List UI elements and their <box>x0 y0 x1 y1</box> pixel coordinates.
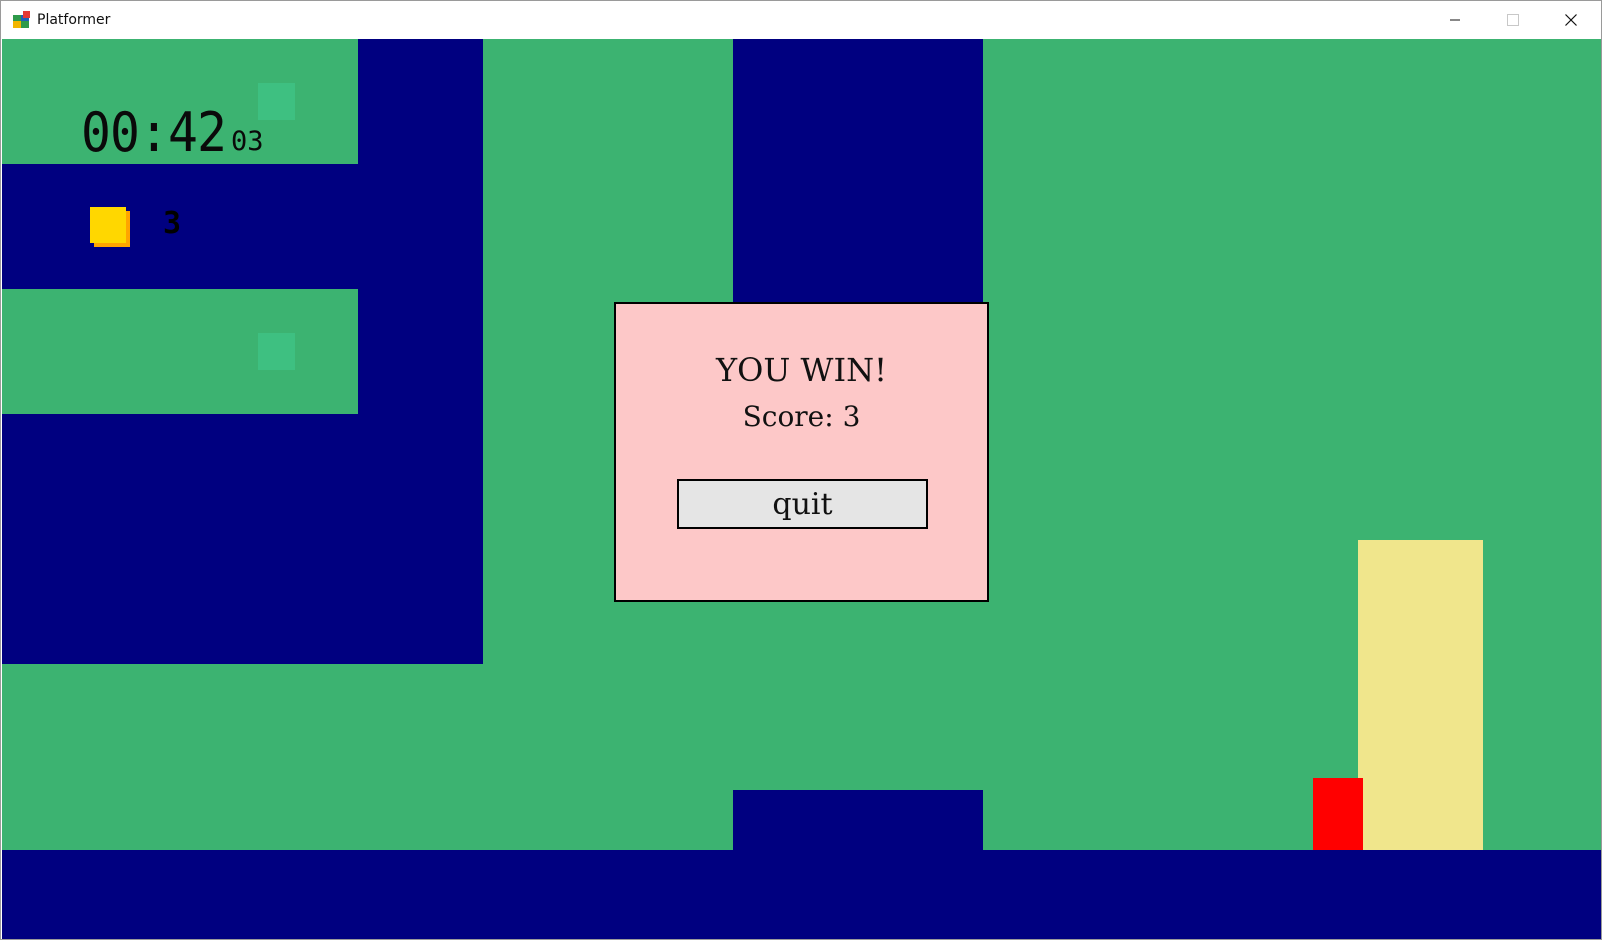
win-dialog: YOU WIN! Score: 3 quit <box>614 302 989 602</box>
coin-count: 3 <box>163 206 182 241</box>
title-bar: Platformer <box>1 1 1601 39</box>
maximize-icon <box>1507 14 1519 26</box>
middle-left-ledge <box>2 289 358 414</box>
dialog-title: YOU WIN! <box>716 351 887 389</box>
minimize-button[interactable] <box>1426 1 1484 39</box>
quit-button[interactable]: quit <box>677 479 928 529</box>
close-icon <box>1565 14 1577 26</box>
maximize-button[interactable] <box>1484 1 1542 39</box>
top-center-wall <box>733 39 983 339</box>
bottom-pillar <box>733 790 983 850</box>
timer-fraction: 03 <box>231 126 264 157</box>
app-icon <box>13 11 30 28</box>
coin-icon <box>90 207 130 247</box>
window-title: Platformer <box>37 12 111 28</box>
timer-value: 00:42 <box>81 101 227 164</box>
goal-block <box>1358 540 1483 850</box>
timer-display: 00:42 03 <box>81 97 301 167</box>
minimize-icon <box>1450 19 1460 21</box>
game-window: Platformer 00:42 03 3 YOU WIN! Score: 3 … <box>0 0 1602 940</box>
player-character <box>1313 778 1363 850</box>
ghost-tile <box>258 333 295 370</box>
floor <box>2 850 1601 939</box>
score-text: Score: 3 <box>742 400 861 433</box>
close-button[interactable] <box>1542 1 1600 39</box>
